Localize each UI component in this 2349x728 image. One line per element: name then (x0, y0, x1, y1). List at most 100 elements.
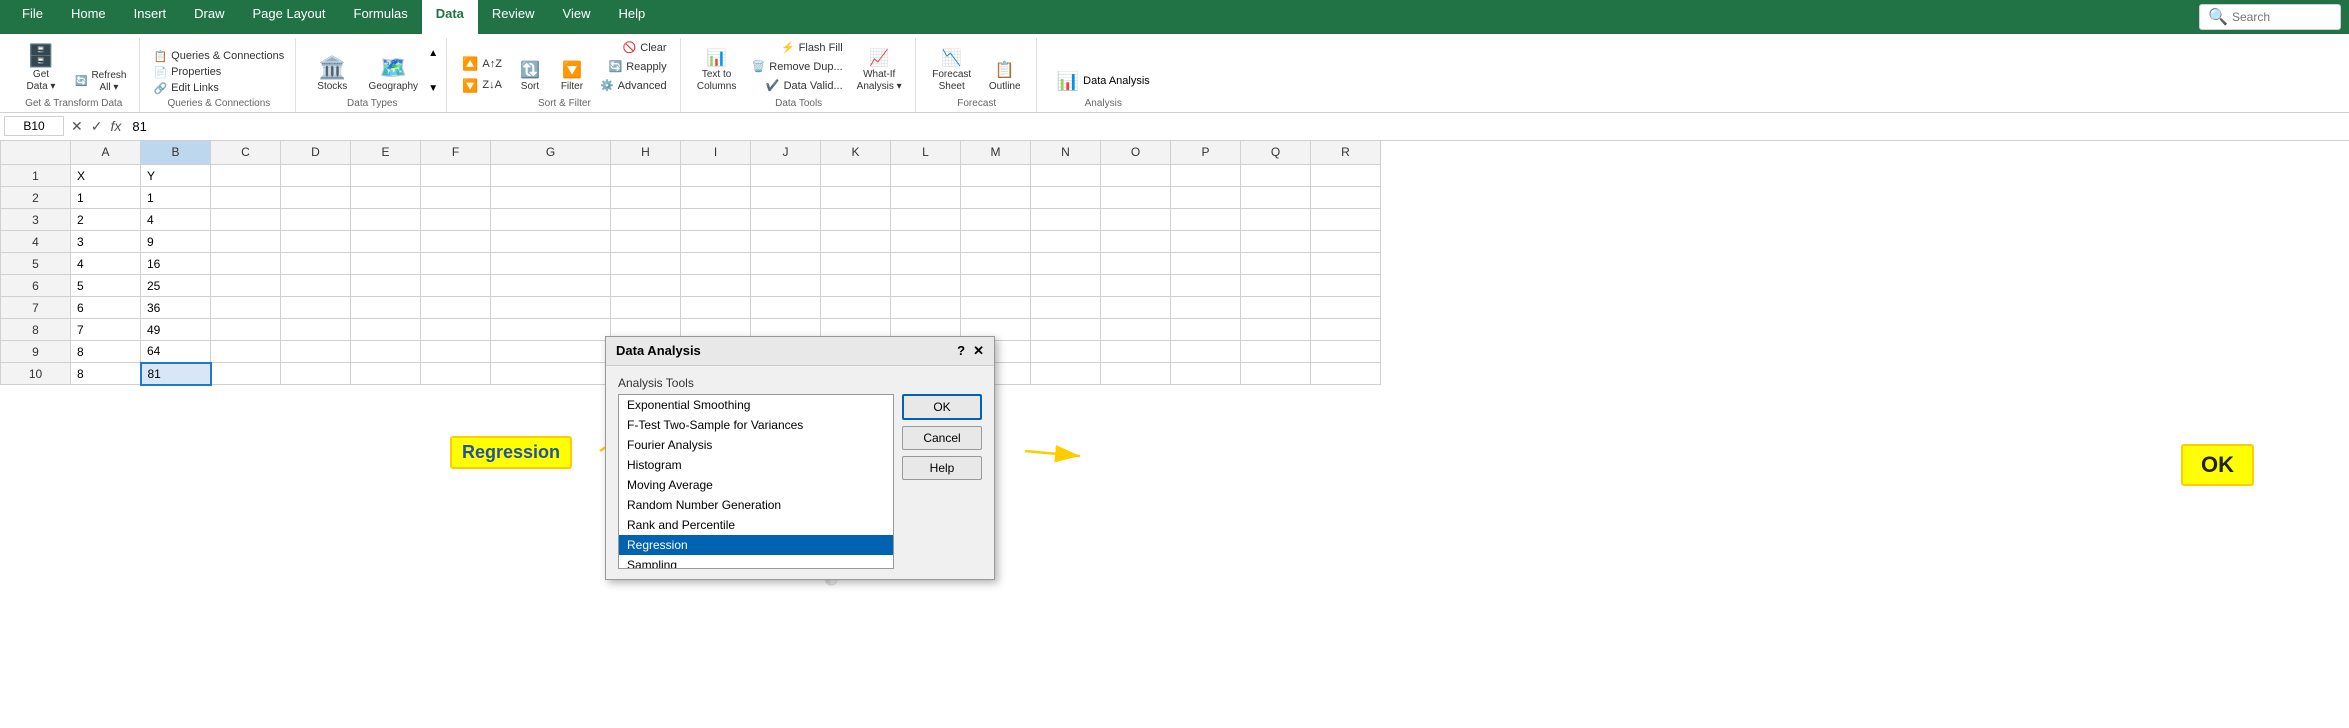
cell[interactable]: 49 (141, 319, 211, 341)
cell[interactable] (1171, 187, 1241, 209)
cell[interactable] (1101, 363, 1171, 385)
tab-page-layout[interactable]: Page Layout (239, 0, 340, 34)
cell[interactable] (211, 253, 281, 275)
col-F[interactable]: F (421, 141, 491, 165)
function-insert-icon[interactable]: fx (107, 117, 124, 136)
cell[interactable] (1311, 165, 1381, 187)
cell[interactable] (351, 275, 421, 297)
cell[interactable] (1241, 319, 1311, 341)
cell[interactable] (681, 253, 751, 275)
cell[interactable] (961, 253, 1031, 275)
cell[interactable] (961, 231, 1031, 253)
dialog-help-icon[interactable]: ? (957, 343, 965, 359)
cell[interactable] (1031, 363, 1101, 385)
cell[interactable] (1171, 319, 1241, 341)
cell[interactable] (421, 187, 491, 209)
cell[interactable]: 8 (71, 363, 141, 385)
cell[interactable] (891, 253, 961, 275)
col-O[interactable]: O (1101, 141, 1171, 165)
cell[interactable] (821, 209, 891, 231)
cell[interactable] (1101, 297, 1171, 319)
col-J[interactable]: J (751, 141, 821, 165)
cell[interactable]: 8 (71, 341, 141, 363)
cell[interactable] (1171, 209, 1241, 231)
cell[interactable] (751, 253, 821, 275)
geography-button[interactable]: 🗺️ Geography (362, 54, 424, 96)
cell[interactable] (681, 187, 751, 209)
cell[interactable] (1031, 341, 1101, 363)
cell[interactable] (1311, 209, 1381, 231)
get-data-button[interactable]: 🗄️ GetData ▾ (16, 42, 66, 96)
cell[interactable] (1241, 231, 1311, 253)
cell[interactable] (1171, 297, 1241, 319)
cell[interactable] (821, 231, 891, 253)
cell[interactable]: 25 (141, 275, 211, 297)
cell[interactable] (1241, 209, 1311, 231)
cell[interactable] (611, 253, 681, 275)
tab-insert[interactable]: Insert (120, 0, 181, 34)
col-N[interactable]: N (1031, 141, 1101, 165)
analysis-tools-list[interactable]: Exponential SmoothingF-Test Two-Sample f… (618, 394, 894, 569)
cell[interactable] (611, 165, 681, 187)
cancel-formula-icon[interactable]: ✕ (68, 117, 86, 136)
scroll-down-icon[interactable]: ▼ (428, 83, 438, 94)
data-validation-button[interactable]: ✔️ Data Valid... (747, 78, 848, 95)
ok-button[interactable]: OK (902, 394, 982, 420)
cell[interactable] (1311, 341, 1381, 363)
cell[interactable] (821, 275, 891, 297)
cell[interactable] (491, 209, 611, 231)
cell[interactable] (961, 187, 1031, 209)
tab-draw[interactable]: Draw (180, 0, 238, 34)
cell[interactable] (1031, 209, 1101, 231)
stocks-button[interactable]: 🏛️ Stocks (306, 54, 358, 96)
cell[interactable] (211, 231, 281, 253)
cell[interactable] (891, 209, 961, 231)
cell[interactable] (351, 231, 421, 253)
cell[interactable] (421, 165, 491, 187)
az-sort-button[interactable]: 🔼 A↑Z (457, 54, 507, 74)
cell[interactable] (351, 187, 421, 209)
cell[interactable] (281, 231, 351, 253)
cell[interactable] (891, 275, 961, 297)
cell[interactable] (211, 319, 281, 341)
list-item[interactable]: Rank and Percentile (619, 515, 893, 535)
tab-formulas[interactable]: Formulas (340, 0, 422, 34)
cell[interactable] (961, 165, 1031, 187)
what-if-analysis-button[interactable]: 📈 What-IfAnalysis ▾ (852, 48, 907, 96)
properties-button[interactable]: 📄 Properties (150, 65, 287, 80)
cell[interactable] (751, 231, 821, 253)
cell[interactable]: 9 (141, 231, 211, 253)
tab-file[interactable]: File (8, 0, 57, 34)
cell[interactable]: 7 (71, 319, 141, 341)
cell[interactable] (491, 297, 611, 319)
list-item[interactable]: Exponential Smoothing (619, 395, 893, 415)
clear-button[interactable]: 🚫 Clear (595, 40, 672, 57)
cell[interactable] (491, 319, 611, 341)
cell[interactable] (491, 363, 611, 385)
cell[interactable] (681, 231, 751, 253)
cell[interactable] (211, 209, 281, 231)
cell[interactable] (611, 275, 681, 297)
cell[interactable] (821, 253, 891, 275)
cell[interactable] (211, 275, 281, 297)
cell[interactable] (681, 165, 751, 187)
cell[interactable] (961, 297, 1031, 319)
queries-connections-button[interactable]: 📋 Queries & Connections (150, 49, 287, 64)
cell[interactable] (211, 187, 281, 209)
cell[interactable] (751, 275, 821, 297)
cell[interactable] (1241, 363, 1311, 385)
cell[interactable] (821, 297, 891, 319)
list-item[interactable]: Regression (619, 535, 893, 555)
col-I[interactable]: I (681, 141, 751, 165)
cell[interactable] (211, 297, 281, 319)
cell[interactable] (1311, 275, 1381, 297)
cell[interactable] (491, 275, 611, 297)
cell[interactable] (351, 363, 421, 385)
cell[interactable] (1031, 319, 1101, 341)
cell[interactable] (961, 209, 1031, 231)
cell[interactable] (891, 231, 961, 253)
cell[interactable]: 5 (71, 275, 141, 297)
cell[interactable] (1241, 297, 1311, 319)
tab-review[interactable]: Review (478, 0, 549, 34)
cell[interactable] (821, 165, 891, 187)
